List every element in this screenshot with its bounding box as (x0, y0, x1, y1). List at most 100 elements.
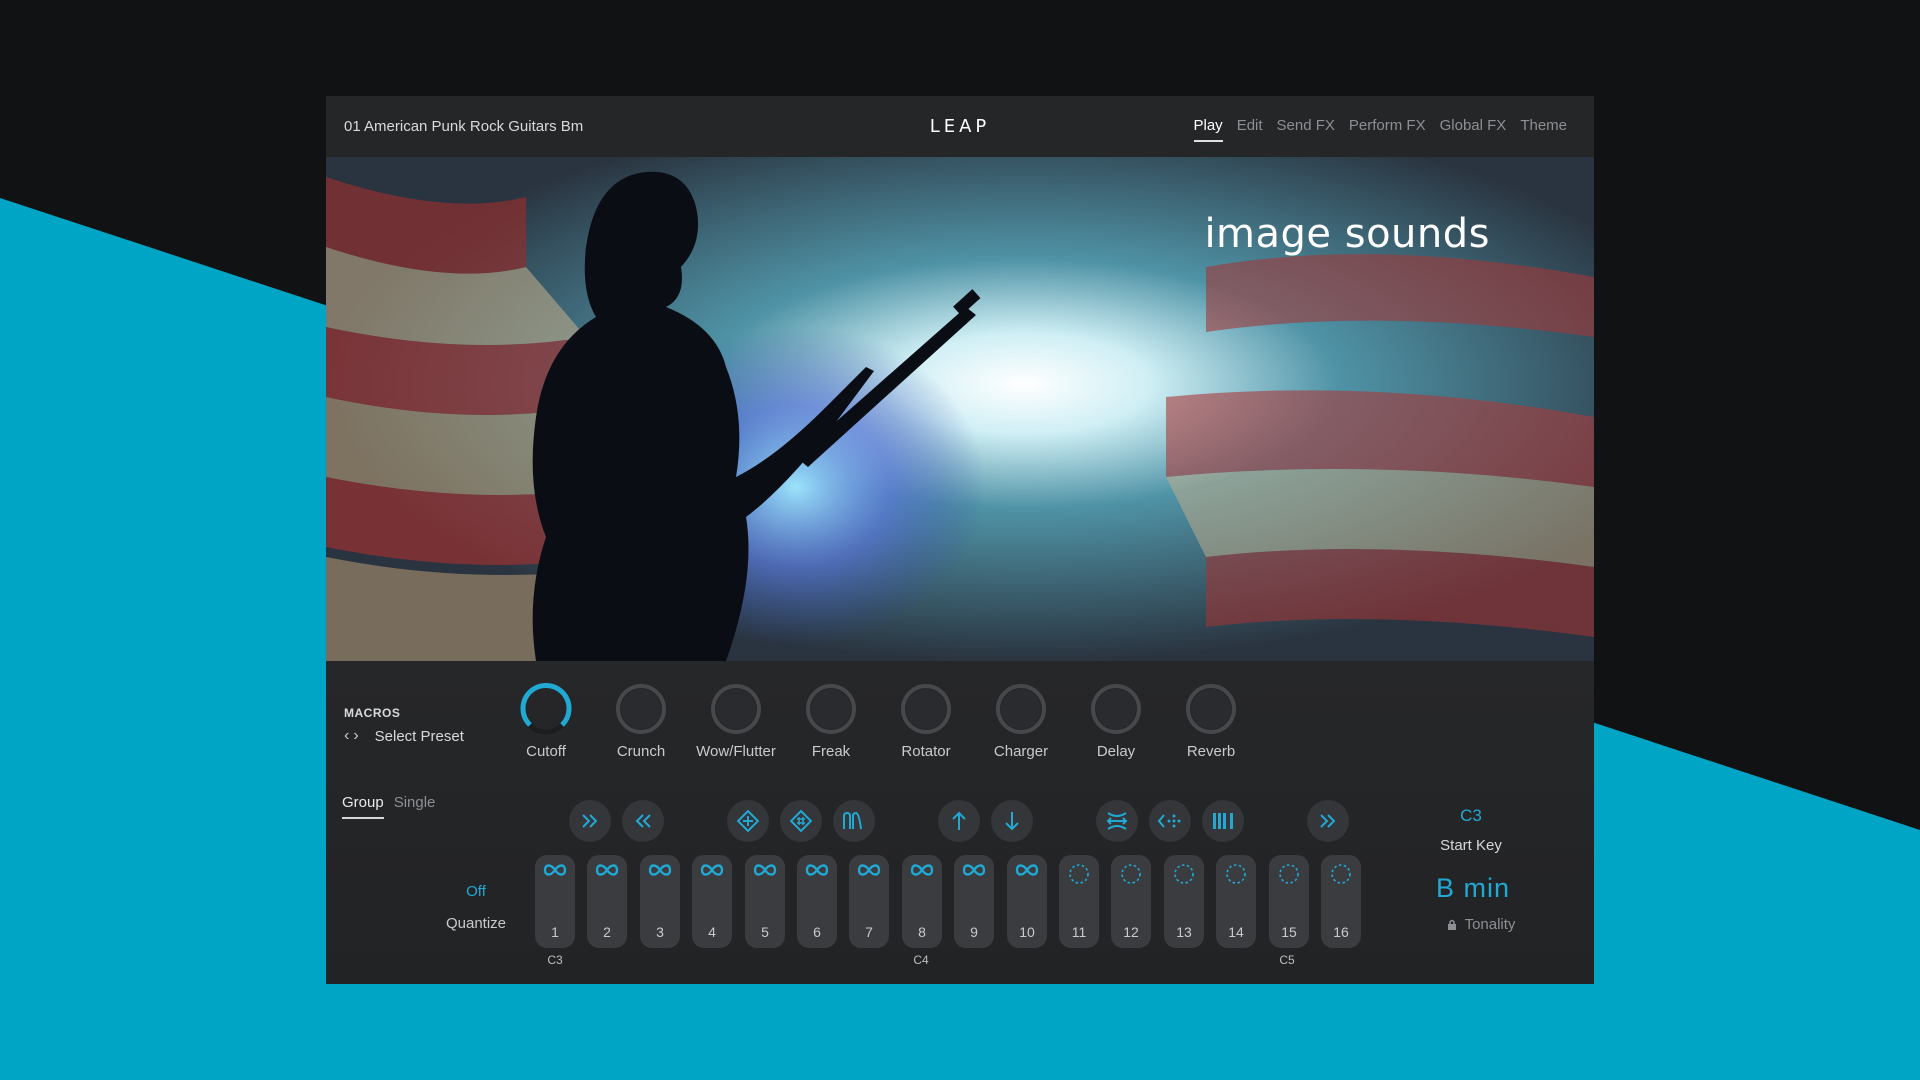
knob-freak[interactable]: Freak (791, 683, 871, 760)
loop-icon (797, 863, 837, 883)
knob-cutoff-dial[interactable] (520, 683, 572, 735)
knob-freak-dial[interactable] (805, 683, 857, 735)
select-preset-label: Select Preset (374, 727, 464, 745)
loop-icon (745, 863, 785, 883)
pad-number: 14 (1228, 924, 1244, 940)
pad-1[interactable]: 1 (535, 855, 575, 948)
pad-number: 12 (1123, 924, 1139, 940)
pad-16[interactable]: 16 (1321, 855, 1361, 948)
fast-forward-icon (582, 814, 598, 828)
top-bar: 01 American Punk Rock Guitars Bm LEAP Pl… (326, 96, 1594, 157)
pad-number: 13 (1176, 924, 1192, 940)
pad-15[interactable]: 15 (1269, 855, 1309, 948)
pad-7[interactable]: 7 (849, 855, 889, 948)
knob-delay-dial[interactable] (1090, 683, 1142, 735)
pad-number: 16 (1333, 924, 1349, 940)
scatter-button[interactable] (1149, 800, 1191, 842)
pattern-dense-button[interactable] (780, 800, 822, 842)
lock-icon[interactable] (1447, 919, 1457, 931)
start-key-value[interactable]: C3 (1431, 806, 1511, 826)
loop-icon (902, 863, 942, 883)
pad-10[interactable]: 10 (1007, 855, 1047, 948)
pad-number: 11 (1071, 924, 1087, 940)
pad-9[interactable]: 9 (954, 855, 994, 948)
select-preset[interactable]: ‹› Select Preset (344, 727, 464, 745)
loop-icon (1007, 863, 1047, 883)
mode-switch: Group Single (342, 794, 435, 819)
loop-icon (587, 863, 627, 883)
slice-button[interactable] (1202, 800, 1244, 842)
pad-5[interactable]: 5 (745, 855, 785, 948)
nav-perform-fx[interactable]: Perform FX (1342, 117, 1433, 134)
start-key-label: Start Key (1440, 837, 1502, 854)
knob-charger-dial[interactable] (995, 683, 1047, 735)
pad-2[interactable]: 2 (587, 855, 627, 948)
quantize-label: Quantize (445, 915, 507, 932)
nav-theme[interactable]: Theme (1513, 117, 1574, 134)
octave-up-button[interactable] (938, 800, 980, 842)
macro-panel: MACROS ‹› Select Preset Cutoff Crunch Wo… (326, 661, 1594, 984)
tonality-label-row: Tonality (1421, 916, 1541, 933)
chevron-left-right-icon[interactable]: ‹› (344, 727, 363, 745)
octave-down-button[interactable] (991, 800, 1033, 842)
pad-number: 9 (970, 924, 978, 940)
loop-icon (954, 863, 994, 883)
pad-number: 8 (918, 924, 926, 940)
knob-cutoff[interactable]: Cutoff (506, 683, 586, 760)
knob-wow-flutter-dial[interactable] (710, 683, 762, 735)
pad-number: 6 (813, 924, 821, 940)
mode-single[interactable]: Single (394, 794, 436, 819)
envelope-icon (843, 812, 862, 830)
nav-edit[interactable]: Edit (1230, 117, 1270, 134)
fast-forward-button[interactable] (569, 800, 611, 842)
pad-12[interactable]: 12 (1111, 855, 1151, 948)
envelope-button[interactable] (833, 800, 875, 842)
pad-number: 5 (761, 924, 769, 940)
filter-icon (1106, 812, 1128, 830)
key-label-c5: C5 (1279, 953, 1295, 967)
knob-label: Crunch (616, 743, 666, 760)
scatter-icon (1157, 814, 1181, 828)
pad-8[interactable]: 8 (902, 855, 942, 948)
pad-6[interactable]: 6 (797, 855, 837, 948)
empty-slot-icon (1269, 863, 1309, 884)
knob-crunch[interactable]: Crunch (601, 683, 681, 760)
rewind-button[interactable] (622, 800, 664, 842)
nav-global-fx[interactable]: Global FX (1433, 117, 1514, 134)
skip-forward-button[interactable] (1307, 800, 1349, 842)
knob-delay[interactable]: Delay (1076, 683, 1156, 760)
pad-11[interactable]: 11 (1059, 855, 1099, 948)
knob-wow-flutter[interactable]: Wow/Flutter (696, 683, 776, 760)
knob-reverb[interactable]: Reverb (1171, 683, 1251, 760)
knob-charger[interactable]: Charger (981, 683, 1061, 760)
plugin-window: 01 American Punk Rock Guitars Bm LEAP Pl… (326, 96, 1594, 984)
empty-slot-icon (1111, 863, 1151, 884)
knob-rotator-dial[interactable] (900, 683, 952, 735)
knob-label: Wow/Flutter (696, 743, 776, 760)
quantize-value[interactable]: Off (446, 883, 506, 900)
mode-group[interactable]: Group (342, 794, 384, 819)
filter-button[interactable] (1096, 800, 1138, 842)
pad-3[interactable]: 3 (640, 855, 680, 948)
knob-crunch-dial[interactable] (615, 683, 667, 735)
tonality-label: Tonality (1464, 916, 1516, 933)
leap-logo-text: LEAP (930, 116, 991, 137)
leap-logo: LEAP (930, 116, 991, 137)
rewind-icon (635, 814, 651, 828)
pad-4[interactable]: 4 (692, 855, 732, 948)
nav-send-fx[interactable]: Send FX (1270, 117, 1342, 134)
brand-logo-text: image sounds (1204, 211, 1490, 257)
pad-number: 7 (865, 924, 873, 940)
pattern-button[interactable] (727, 800, 769, 842)
preset-name[interactable]: 01 American Punk Rock Guitars Bm (344, 118, 583, 135)
knob-reverb-dial[interactable] (1185, 683, 1237, 735)
tonality-value[interactable]: B min (1408, 873, 1538, 904)
knob-label: Rotator (901, 743, 951, 760)
grid-diamond-dense-icon (789, 809, 813, 833)
knob-rotator[interactable]: Rotator (886, 683, 966, 760)
grid-diamond-icon (736, 809, 760, 833)
empty-slot-icon (1216, 863, 1256, 884)
nav-play[interactable]: Play (1187, 117, 1230, 142)
pad-13[interactable]: 13 (1164, 855, 1204, 948)
pad-14[interactable]: 14 (1216, 855, 1256, 948)
